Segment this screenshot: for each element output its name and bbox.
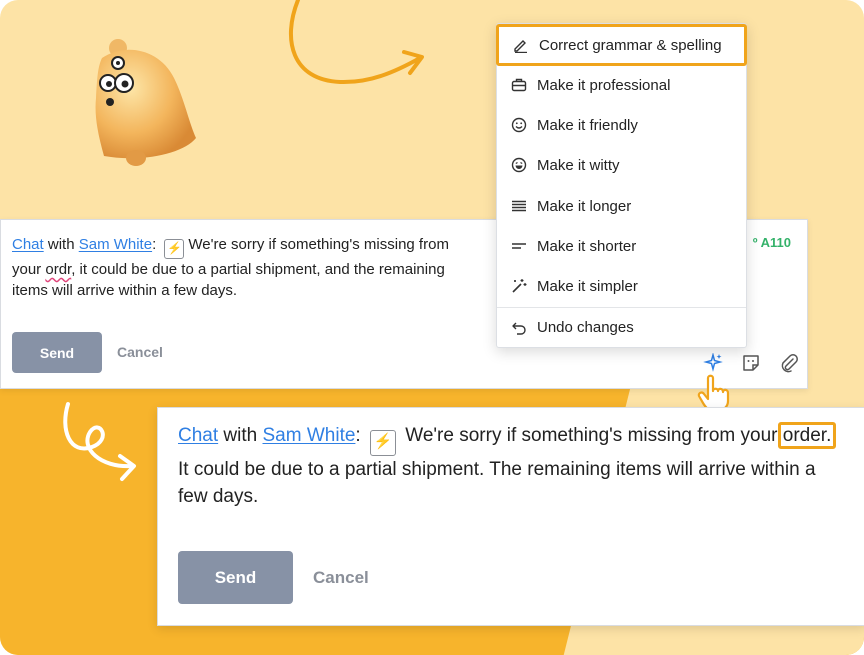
with-label: with — [223, 425, 258, 446]
chat-link[interactable]: Chat — [178, 425, 218, 446]
menu-item-friendly[interactable]: Make it friendly — [497, 105, 746, 145]
message-part-1: We're sorry if something's missing from … — [405, 425, 778, 446]
message-text-original[interactable]: Chat with Sam White: ⚡ We're sorry if som… — [12, 234, 452, 301]
menu-item-label: Undo changes — [537, 318, 634, 336]
menu-item-witty[interactable]: Make it witty — [497, 145, 746, 185]
contact-link[interactable]: Sam White — [263, 425, 356, 446]
menu-item-label: Make it friendly — [537, 116, 638, 134]
magic-wand-icon — [511, 278, 527, 294]
sticker-icon[interactable] — [741, 353, 761, 373]
message-part-2: , it could be due to a partial shipment,… — [12, 261, 445, 299]
message-text-corrected[interactable]: Chat with Sam White: ⚡ We're sorry if so… — [178, 422, 838, 510]
menu-item-label: Make it longer — [537, 197, 632, 215]
menu-item-label: Correct grammar & spelling — [539, 36, 722, 54]
menu-item-label: Make it witty — [537, 156, 620, 174]
lightning-icon[interactable]: ⚡ — [369, 430, 396, 456]
menu-item-longer[interactable]: Make it longer — [497, 186, 746, 226]
ticket-number: º A110 — [752, 235, 791, 250]
chat-link[interactable]: Chat — [12, 236, 44, 253]
ai-rewrite-menu: Correct grammar & spelling Make it profe… — [496, 23, 747, 348]
menu-item-shorter[interactable]: Make it shorter — [497, 226, 746, 266]
menu-item-label: Make it simpler — [537, 277, 638, 295]
menu-item-undo[interactable]: Undo changes — [497, 307, 746, 347]
paperclip-icon[interactable] — [779, 353, 799, 373]
colon: : — [355, 425, 361, 446]
menu-item-professional[interactable]: Make it professional — [497, 65, 746, 105]
lightning-icon[interactable]: ⚡ — [164, 239, 185, 259]
lines-long-icon — [511, 198, 527, 214]
menu-item-simpler[interactable]: Make it simpler — [497, 266, 746, 306]
composer-corrected: Chat with Sam White: ⚡ We're sorry if so… — [157, 407, 864, 626]
composer-toolbar — [703, 352, 799, 373]
smile-icon — [511, 117, 527, 133]
corrected-word: order. — [777, 422, 837, 449]
colon: : — [152, 236, 157, 253]
with-label: with — [47, 236, 75, 253]
cancel-button[interactable]: Cancel — [313, 551, 369, 604]
send-button[interactable]: Send — [178, 551, 293, 604]
send-button[interactable]: Send — [12, 332, 102, 373]
undo-icon — [511, 319, 527, 335]
misspelled-word: ordr — [45, 261, 72, 278]
bell-mascot-icon — [95, 39, 196, 166]
cancel-button[interactable]: Cancel — [117, 332, 163, 373]
message-part-2: It could be due to a partial shipment. T… — [178, 459, 816, 507]
lines-short-icon — [511, 238, 527, 254]
menu-item-label: Make it shorter — [537, 237, 637, 255]
sparkles-icon[interactable] — [703, 352, 723, 373]
contact-link[interactable]: Sam White — [79, 236, 152, 253]
briefcase-icon — [511, 77, 527, 93]
menu-item-correct-grammar[interactable]: Correct grammar & spelling — [496, 24, 747, 66]
menu-item-label: Make it professional — [537, 76, 671, 94]
laugh-icon — [511, 157, 527, 173]
pencil-icon — [513, 37, 529, 53]
